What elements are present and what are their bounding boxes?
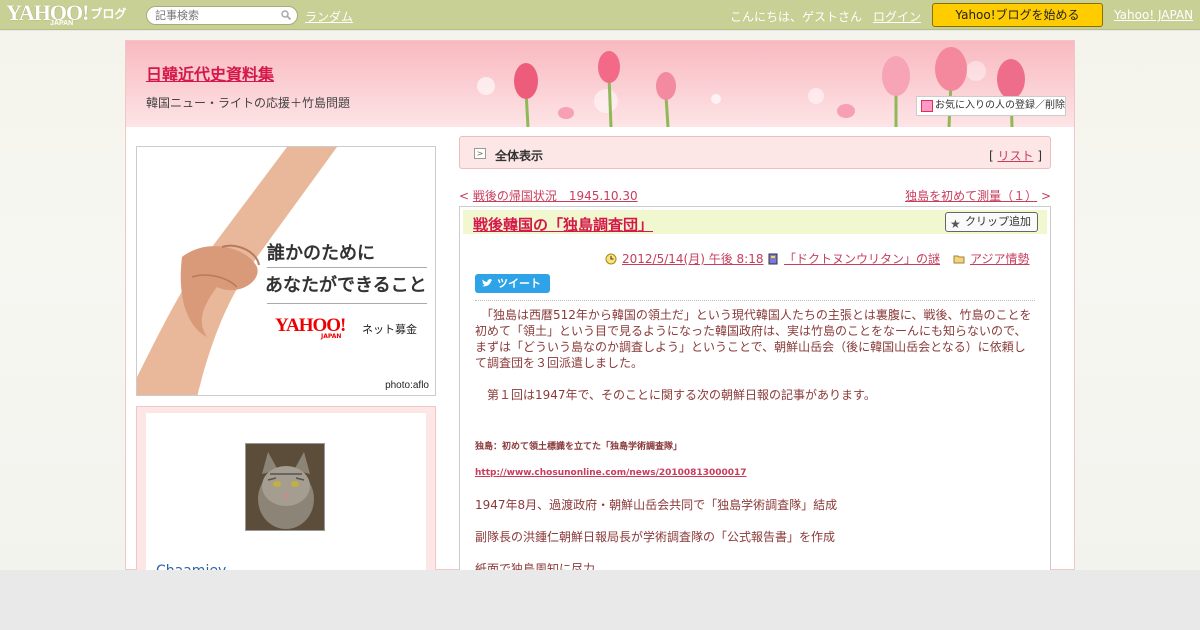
profile-inner: Chaamiey xyxy=(146,413,426,583)
all-display-bar: > 全体表示 [ リスト ] xyxy=(459,136,1051,169)
clip-add-button[interactable]: ★ クリップ追加 xyxy=(945,212,1038,232)
post-body: 「独島は西暦512年から韓国の領土だ」という現代韓国人たちの主張とは裏腹に、戦後… xyxy=(475,307,1037,577)
profile-panel: Chaamiey xyxy=(136,406,436,583)
folder-icon xyxy=(953,255,965,264)
post-divider xyxy=(475,300,1035,301)
search-input[interactable] xyxy=(155,9,280,22)
logo-japan-text: JAPAN xyxy=(50,20,74,27)
cat-image xyxy=(246,444,324,530)
post-paragraph-2: 第１回は1947年で、そのことに関する次の朝鮮日報の記事があります。 xyxy=(475,388,876,402)
heart-icon xyxy=(921,100,933,112)
prev-arrow: < xyxy=(459,189,473,203)
ad-service-name: ネット募金 xyxy=(362,323,417,336)
ad-divider-bottom xyxy=(267,303,427,304)
quote-url-link[interactable]: http://www.chosunonline.com/news/2010081… xyxy=(475,465,1037,481)
blog-post: 戦後韓国の「独島調査団」 ★ クリップ追加 2012/5/14(月) 午後 8:… xyxy=(459,206,1051,576)
post-category-link[interactable]: アジア情勢 xyxy=(970,252,1030,266)
list-bracket-close: ] xyxy=(1033,149,1042,163)
clock-icon xyxy=(605,253,617,265)
quote-title: 独島：初めて領土標識を立てた「独島学術調査隊」 xyxy=(475,442,683,452)
post-book[interactable]: 「ドクトヌンウリタン」の謎 xyxy=(767,250,940,267)
post-category[interactable]: アジア情勢 xyxy=(953,250,1030,267)
tweet-button[interactable]: ツイート xyxy=(475,274,550,293)
start-blog-button[interactable]: Yahoo!ブログを始める xyxy=(932,3,1103,27)
clip-add-label: クリップ追加 xyxy=(965,215,1031,228)
ad-line1: 誰かのために xyxy=(267,243,375,264)
post-date[interactable]: 2012/5/14(月) 午後 8:18 xyxy=(605,250,763,267)
next-arrow: > xyxy=(1037,189,1051,203)
search-box xyxy=(146,6,298,25)
ad-photo-credit: photo:aflo xyxy=(385,380,429,391)
all-display-label[interactable]: 全体表示 xyxy=(495,147,543,164)
favorite-button-label: お気に入りの人の登録／削除 xyxy=(935,100,1065,111)
ad-line2: あなたができること xyxy=(265,275,427,296)
list-link[interactable]: リスト xyxy=(997,149,1033,163)
favorite-button[interactable]: お気に入りの人の登録／削除 xyxy=(916,96,1066,116)
prev-article-link[interactable]: 戦後の帰国状況 1945.10.30 xyxy=(473,189,638,203)
post-title[interactable]: 戦後韓国の「独島調査団」 xyxy=(473,214,653,235)
prev-article[interactable]: < 戦後の帰国状況 1945.10.30 xyxy=(459,187,638,204)
post-book-link[interactable]: 「ドクトヌンウリタン」の謎 xyxy=(784,252,940,266)
post-line-1: 1947年8月、過渡政府・朝鮮山岳会共同で「独島学術調査隊」結成 xyxy=(475,498,838,512)
yahoo-blog-logo[interactable]: YAHOO! JAPAN ブログ xyxy=(6,0,127,28)
avatar[interactable] xyxy=(245,443,325,531)
book-icon xyxy=(768,253,778,265)
logo-yahoo-text: YAHOO! xyxy=(6,0,89,25)
chevron-right-icon: > xyxy=(474,148,486,159)
yahoo-topbar: YAHOO! JAPAN ブログ ランダム こんにちは、ゲストさん ログイン Y… xyxy=(0,0,1200,30)
blog-subtitle: 韓国ニュー・ライトの応援＋竹島問題 xyxy=(146,96,351,110)
next-article-link[interactable]: 独島を初めて測量（１） xyxy=(905,189,1037,203)
yahoo-japan-link[interactable]: Yahoo! JAPAN xyxy=(1114,8,1193,22)
ad-yahoo-japan: JAPAN xyxy=(321,333,342,340)
ad-divider-top xyxy=(267,267,427,268)
net-donation-ad[interactable]: 誰かのために あなたができること YAHOO! JAPAN ネット募金 phot… xyxy=(136,146,436,396)
blog-container: 日韓近代史資料集 韓国ニュー・ライトの応援＋竹島問題 お気に入りの人の登録／削除… xyxy=(125,40,1075,583)
post-paragraph-1: 「独島は西暦512年から韓国の領土だ」という現代韓国人たちの主張とは裏腹に、戦後… xyxy=(475,308,1032,370)
post-date-link[interactable]: 2012/5/14(月) 午後 8:18 xyxy=(622,252,763,266)
bird-icon xyxy=(482,278,493,287)
login-link[interactable]: ログイン xyxy=(873,8,921,25)
star-icon: ★ xyxy=(950,217,961,231)
blog-title-link[interactable]: 日韓近代史資料集 xyxy=(146,61,274,85)
magnifier-icon[interactable] xyxy=(281,10,291,20)
tweet-button-label: ツイート xyxy=(497,277,541,290)
greeting-text: こんにちは、ゲストさん xyxy=(730,10,863,24)
post-title-bar: 戦後韓国の「独島調査団」 ★ クリップ追加 xyxy=(463,210,1047,234)
list-link-wrapper: [ リスト ] xyxy=(989,147,1042,164)
next-article[interactable]: 独島を初めて測量（１） > xyxy=(905,187,1051,204)
logo-blog-text: ブログ xyxy=(90,7,127,21)
random-link[interactable]: ランダム xyxy=(305,8,353,25)
bottom-strip xyxy=(0,570,1200,630)
post-line-2: 副隊長の洪鍾仁朝鮮日報局長が学術調査隊の「公式報告書」を作成 xyxy=(475,530,836,544)
blog-header: 日韓近代史資料集 韓国ニュー・ライトの応援＋竹島問題 お気に入りの人の登録／削除 xyxy=(126,41,1074,127)
